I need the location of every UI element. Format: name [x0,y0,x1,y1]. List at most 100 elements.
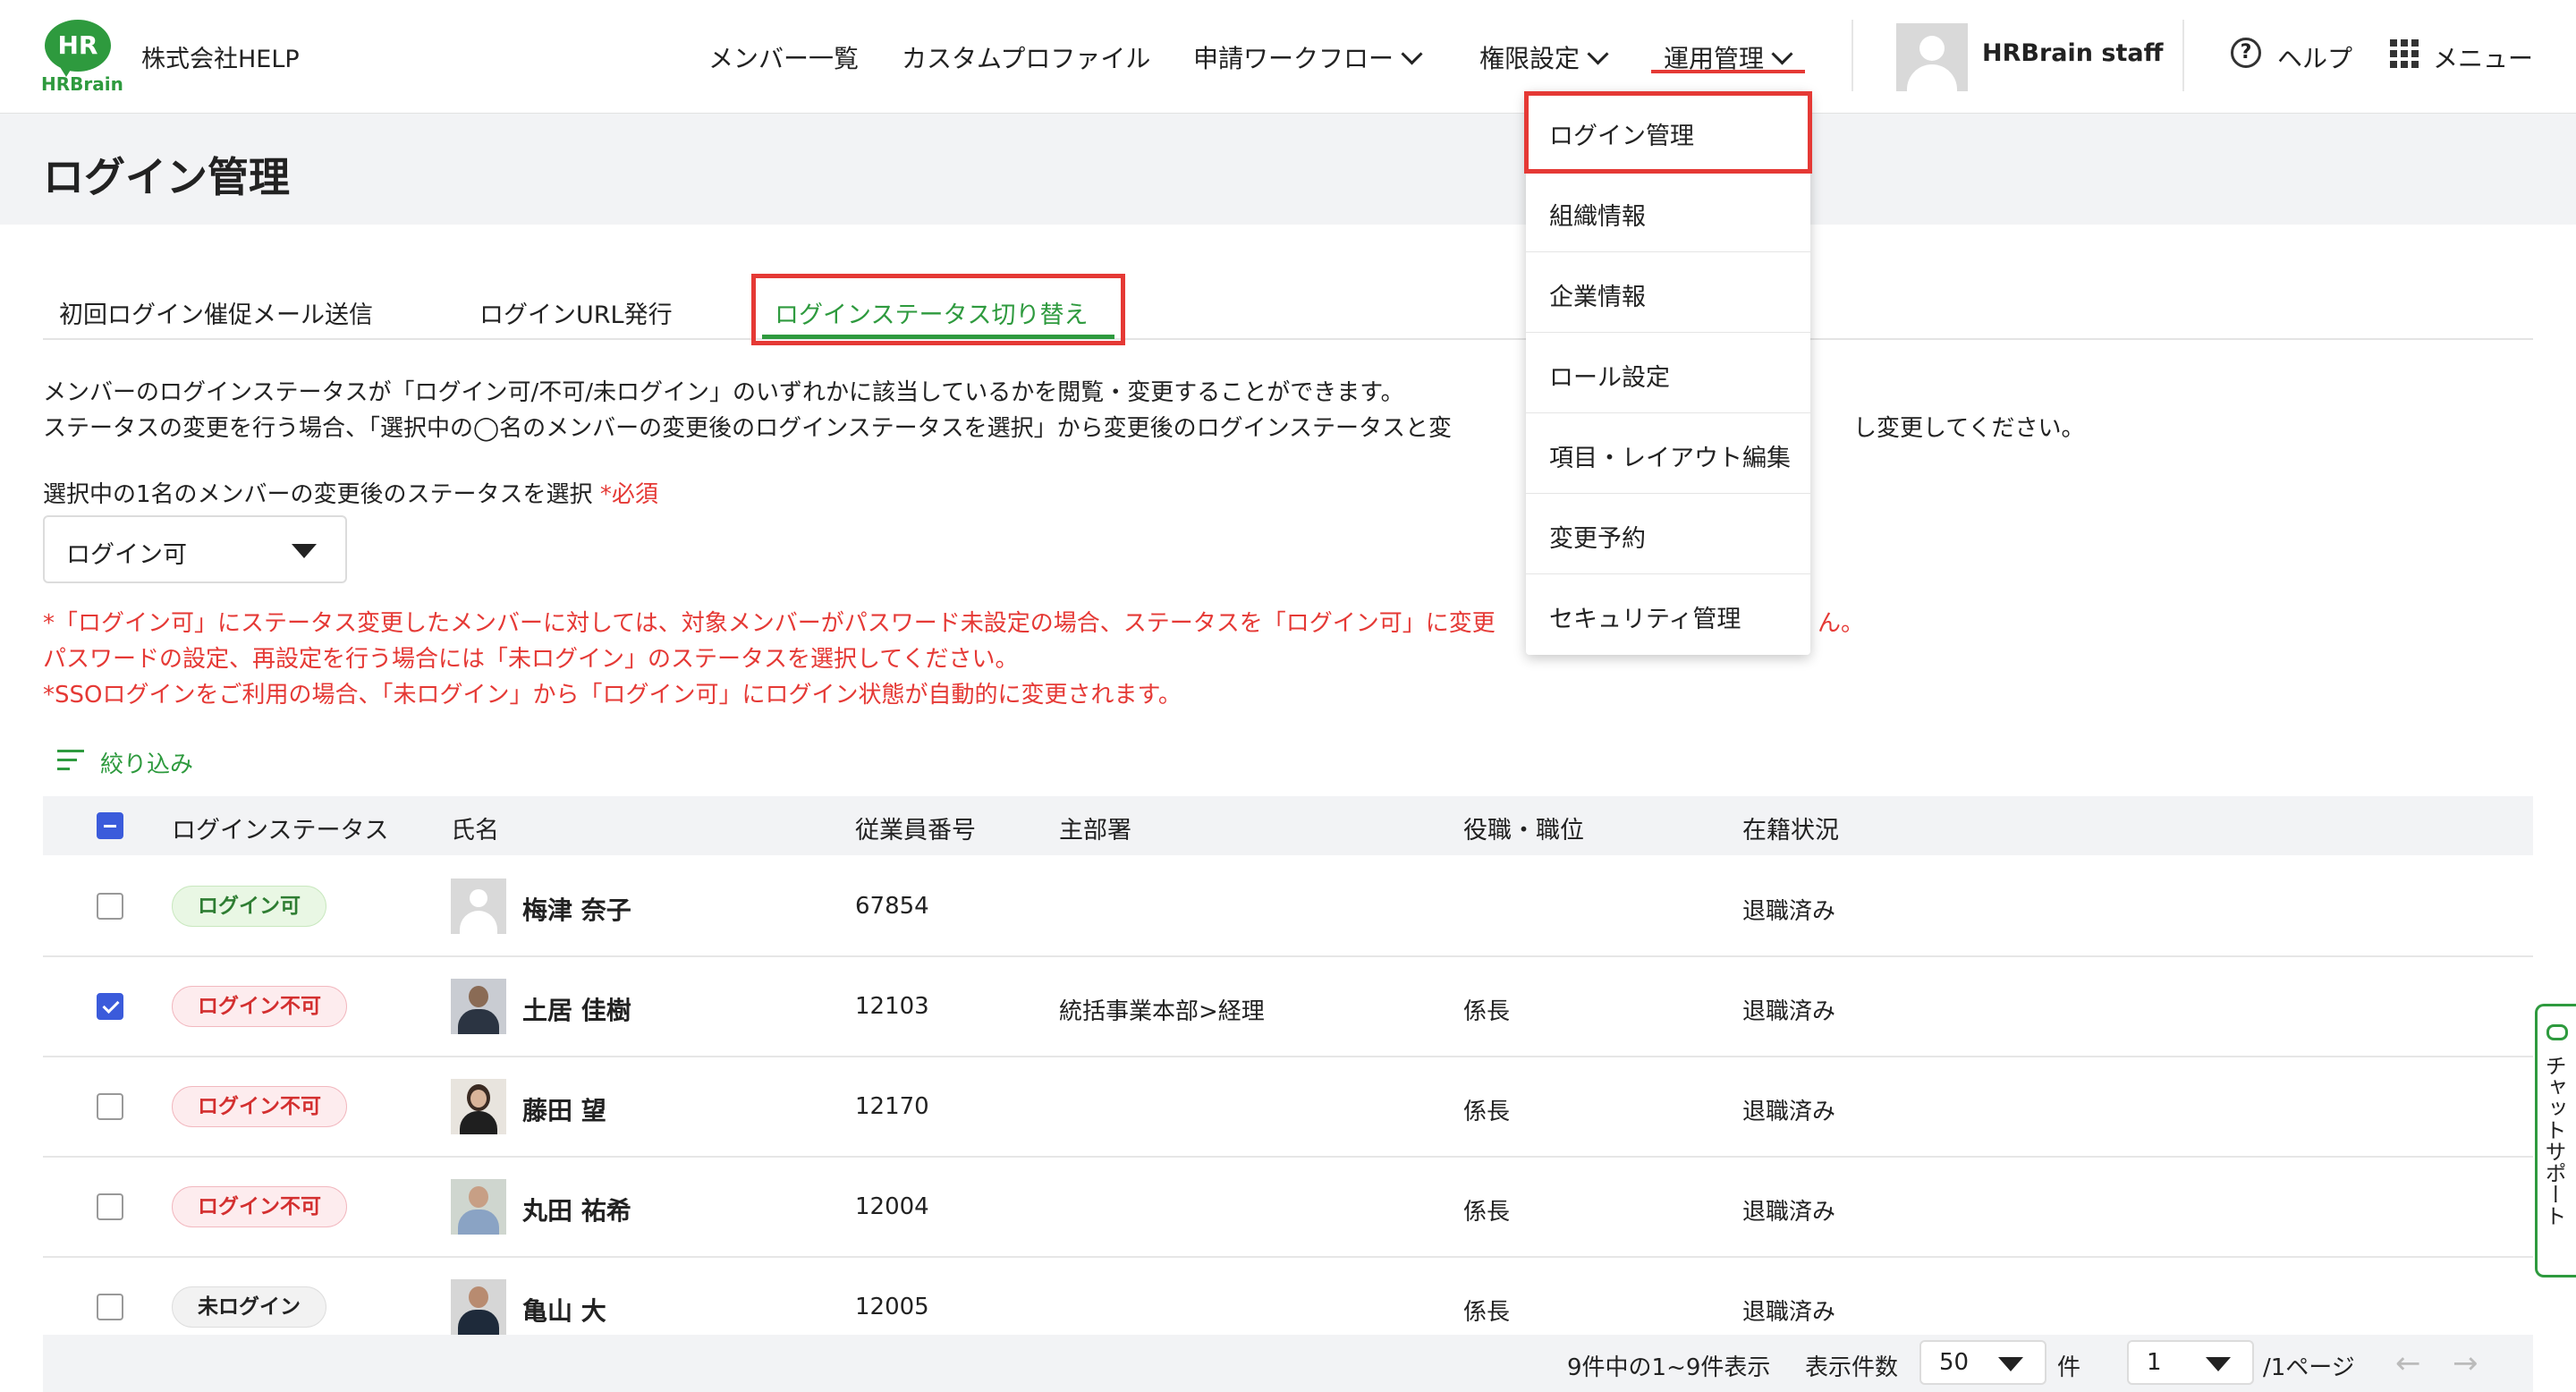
description-line-1: メンバーのログインステータスが「ログイン可/不可/未ログイン」のいずれかに該当し… [43,379,1404,406]
chevron-down-icon [1401,43,1423,65]
member-name[interactable]: 丸田 祐希 [522,1192,631,1227]
nav-members-label: メンバー一覧 [708,44,860,73]
user-name[interactable]: HRBrain staff [1982,39,2163,67]
chat-icon [2546,1024,2568,1040]
row-checkbox[interactable] [97,893,123,920]
per-page-unit: 件 [2057,1354,2081,1381]
column-header-employee-no[interactable]: 従業員番号 [855,811,976,845]
column-header-position[interactable]: 役職・職位 [1463,811,1584,845]
employment-status: 退職済み [1742,998,1836,1025]
menu-item-company[interactable]: 企業情報 [1526,252,1810,333]
row-divider [43,1156,2533,1158]
logo-wordmark: HRBrain [41,73,123,95]
department: 統括事業本部>経理 [1059,998,1265,1025]
warning-line-1: *「ログイン可」にステータス変更したメンバーに対しては、対象メンバーがパスワード… [43,610,1496,637]
status-select[interactable]: ログイン可 [43,515,347,583]
menu-link[interactable]: メニュー [2433,39,2533,75]
user-avatar[interactable] [1896,23,1968,91]
row-divider [43,955,2533,957]
chevron-down-icon [1771,43,1793,65]
employee-number: 12170 [855,1093,929,1120]
nav-custom-profile[interactable]: カスタムプロファイル [902,39,1150,75]
position: 係長 [1463,1099,1511,1125]
member-name[interactable]: 亀山 大 [522,1292,606,1328]
page-total: /1ページ [2263,1354,2355,1381]
filter-button[interactable]: 絞り込み [100,746,193,779]
per-page-label: 表示件数 [1805,1354,1899,1381]
filter-icon[interactable] [57,750,84,771]
help-icon[interactable]: ? [2231,38,2261,68]
nav-active-underline [1651,70,1805,73]
position: 係長 [1463,1199,1511,1226]
member-name[interactable]: 藤田 望 [522,1091,606,1127]
status-select-label: 選択中の1名のメンバーの変更後のステータスを選択 *必須 [43,476,658,509]
page-title: ログイン管理 [43,153,290,201]
employment-status: 退職済み [1742,1299,1836,1326]
company-name: 株式会社HELP [141,46,300,73]
grid-menu-icon[interactable] [2390,39,2419,68]
menu-item-security[interactable]: セキュリティ管理 [1526,574,1810,655]
avatar-body [1907,64,1957,91]
table-header [43,796,2533,855]
page-select[interactable]: 1 [2127,1340,2254,1385]
status-select-label-text: 選択中の1名のメンバーの変更後のステータスを選択 [43,481,593,508]
chat-support-tab[interactable]: チャットサポート [2535,1004,2576,1277]
menu-item-scheduled-changes[interactable]: 変更予約 [1526,494,1810,574]
highlight-box-tab [751,274,1125,345]
nav-custom-profile-label: カスタムプロファイル [902,44,1151,73]
menu-item-label: 項目・レイアウト編集 [1549,445,1791,472]
employment-status: 退職済み [1742,898,1836,925]
member-name[interactable]: 梅津 奈子 [522,891,631,927]
select-all-checkbox[interactable] [97,812,123,839]
avatar [451,1079,506,1134]
column-header-status[interactable]: ログインステータス [172,811,388,845]
nav-members[interactable]: メンバー一覧 [708,39,859,75]
help-link[interactable]: ヘルプ [2277,39,2352,75]
nav-permissions[interactable]: 権限設定 [1479,39,1609,75]
employee-number: 12005 [855,1294,929,1320]
title-bar [0,114,2576,225]
status-badge: 未ログイン [172,1286,326,1328]
highlight-box-menu [1524,91,1812,174]
prev-page-icon[interactable]: ← [2395,1345,2421,1381]
row-checkbox[interactable] [97,993,123,1020]
row-divider [43,1256,2533,1258]
row-checkbox[interactable] [97,1294,123,1320]
nav-workflow-label: 申請ワークフロー [1193,44,1394,73]
status-badge: ログイン不可 [172,986,347,1027]
row-checkbox[interactable] [97,1193,123,1220]
status-select-value: ログイン可 [66,541,187,569]
tab-first-login-reminder[interactable]: 初回ログイン催促メール送信 [59,295,373,330]
avatar [451,878,506,934]
hrbrain-logo[interactable]: HR HRBrain [41,20,123,95]
nav-workflow[interactable]: 申請ワークフロー [1193,39,1423,75]
avatar [451,979,506,1034]
avatar [451,1179,506,1235]
column-header-name[interactable]: 氏名 [451,811,499,845]
member-name[interactable]: 土居 佳樹 [522,991,631,1027]
column-header-employment[interactable]: 在籍状況 [1742,811,1839,845]
row-checkbox[interactable] [97,1093,123,1120]
caret-down-icon [1998,1357,2023,1371]
nav-permissions-label: 権限設定 [1479,44,1580,73]
menu-item-label: セキュリティ管理 [1549,606,1741,633]
employment-status: 退職済み [1742,1099,1836,1125]
warning-line-3: *SSOログインをご利用の場合、「未ログイン」から「ログイン可」にログイン状態が… [43,682,1182,709]
column-header-department[interactable]: 主部署 [1059,811,1131,845]
logo-bubble: HR [45,20,111,72]
per-page-select[interactable]: 50 [1919,1340,2046,1385]
warning-line-1-tail: ん。 [1818,610,1865,637]
menu-item-label: 組織情報 [1549,203,1646,231]
per-page-value: 50 [1939,1349,1970,1376]
caret-down-icon [292,544,317,558]
employee-number: 12103 [855,993,929,1020]
required-mark: *必須 [599,481,658,508]
menu-item-organization[interactable]: 組織情報 [1526,172,1810,252]
menu-item-roles[interactable]: ロール設定 [1526,333,1810,413]
next-page-icon[interactable]: → [2453,1345,2479,1381]
employee-number: 67854 [855,893,929,920]
employment-status: 退職済み [1742,1199,1836,1226]
avatar-head [1919,36,1945,61]
menu-item-layout-edit[interactable]: 項目・レイアウト編集 [1526,413,1810,494]
tab-login-url[interactable]: ログインURL発行 [479,295,673,330]
